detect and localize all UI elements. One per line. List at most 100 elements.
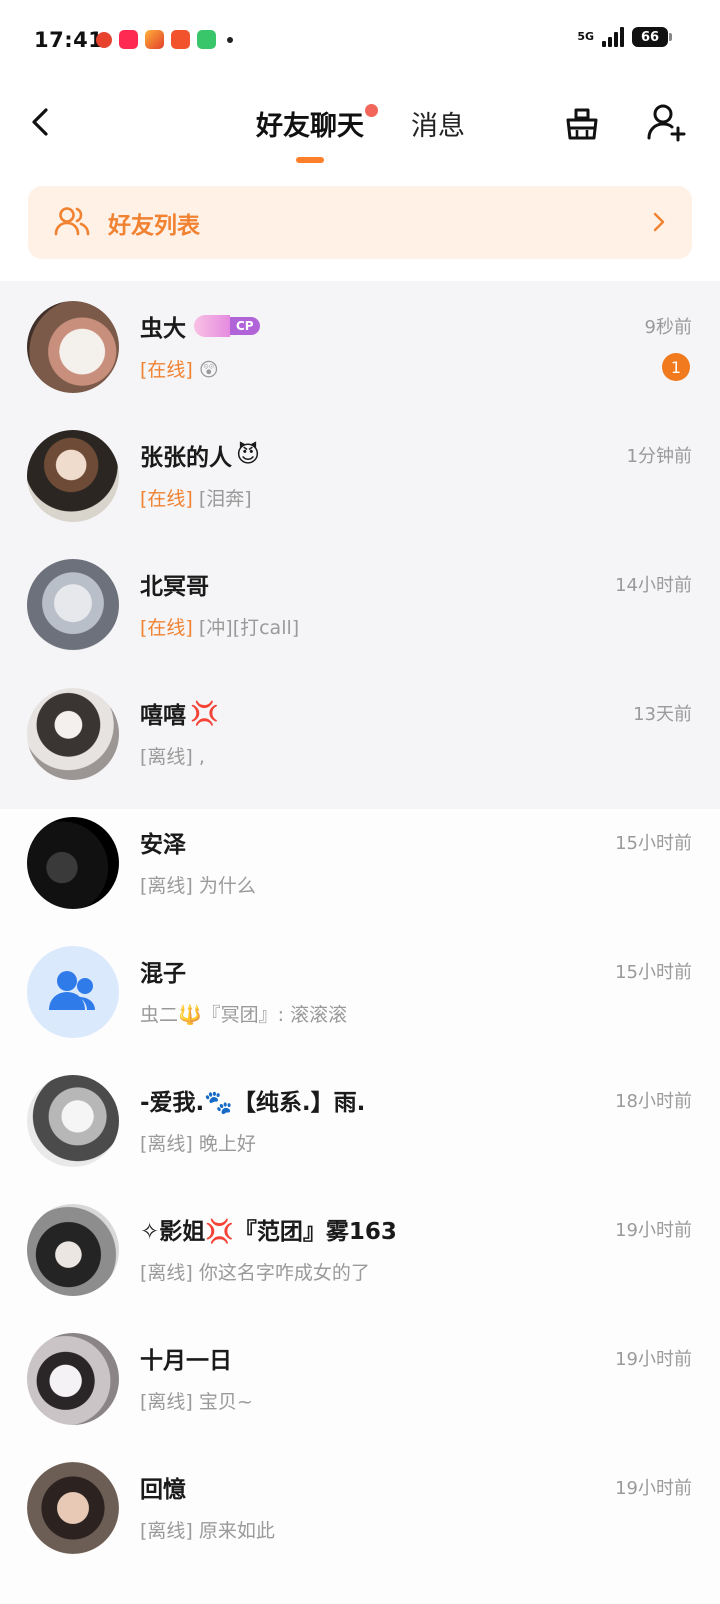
chat-name: ✧影姐💢『范团』雾163 [140,1212,397,1246]
status-bar: 17:41 5G 66 [0,0,720,80]
chat-time: 19小时前 [615,1220,692,1241]
chat-row[interactable]: 混子 15小时前 虫二🔱『冥团』: 滚滚滚 [0,926,720,1058]
network-type: 5G [577,30,594,43]
chat-preview: [离线] 晚上好 [140,1129,256,1156]
avatar[interactable] [27,430,119,522]
chat-time: 19小时前 [615,1478,692,1499]
video-app-icon [171,30,190,49]
unread-badge: 1 [662,353,690,381]
chat-name: -爱我.🐾【纯系.】雨. [140,1083,365,1117]
chat-preview: [离线] 为什么 [140,871,256,898]
chevron-right-icon [653,212,665,232]
chat-row[interactable]: 虫大 CP 9秒前 [在线] 😲 1 [0,281,720,413]
chat-preview: [离线] , [140,742,205,769]
group-icon [49,971,95,1010]
avatar[interactable] [27,1462,119,1554]
offline-status: [离线] [140,1262,193,1284]
tab-unread-dot [365,104,378,117]
chat-name-text: -爱我.🐾【纯系.】雨. [140,1090,366,1116]
chat-preview: [离线] 宝贝~ [140,1387,253,1414]
chat-row[interactable]: 十月一日 19小时前 [离线] 宝贝~ [0,1313,720,1445]
chat-row[interactable]: 回憶 19小时前 [离线] 原来如此 [0,1442,720,1574]
chat-name: 回憶 [140,1470,186,1504]
chat-row[interactable]: 张张的人 😈 1分钟前 [在线] [泪奔] [0,410,720,542]
chat-preview: [在线] [泪奔] [140,484,252,511]
chat-name-text: 北冥哥 [140,574,209,600]
chat-preview: [离线] 你这名字咋成女的了 [140,1258,370,1285]
chat-name-text: 十月一日 [140,1348,232,1374]
chat-time: 13天前 [633,704,692,725]
header: 好友聊天 消息 [0,82,720,174]
avatar[interactable] [27,817,119,909]
chat-row[interactable]: -爱我.🐾【纯系.】雨. 18小时前 [离线] 晚上好 [0,1055,720,1187]
offline-status: [离线] [140,1520,193,1542]
clean-icon[interactable] [562,104,602,144]
chat-time: 15小时前 [615,833,692,854]
friends-icon [54,207,90,236]
chat-name: 虫大 CP [140,309,260,343]
chat-name-text: 混子 [140,961,186,987]
chat-preview: [在线] [冲][打call] [140,613,299,640]
chat-row[interactable]: 安泽 15小时前 [离线] 为什么 [0,797,720,929]
online-status: [在线] [140,617,193,639]
cp-badge: CP [194,315,260,337]
add-friend-icon[interactable] [646,102,688,144]
anger-emoji-icon: 💢 [190,700,219,727]
chat-name-text: 嘻嘻 [140,703,186,729]
chat-row[interactable]: 嘻嘻 💢 13天前 [离线] , [0,668,720,800]
online-status: [在线] [140,359,193,381]
chat-name: 安泽 [140,825,186,859]
preview-text: [冲][打call] [198,617,300,639]
offline-status: [离线] [140,1133,193,1155]
chat-name: 张张的人 😈 [140,438,260,472]
friend-list-banner[interactable]: 好友列表 [28,186,692,259]
back-icon[interactable] [26,102,56,142]
xiaohongshu-icon [119,30,138,49]
app-notification-icon [145,30,164,49]
status-app-icons [96,30,233,49]
preview-text: 原来如此 [198,1520,275,1542]
avatar[interactable] [27,1204,119,1296]
tab-messages[interactable]: 消息 [411,104,465,143]
preview-text: 虫二🔱『冥团』: 滚滚滚 [140,1004,348,1026]
preview-text: 你这名字咋成女的了 [198,1262,370,1284]
chat-row[interactable]: ✧影姐💢『范团』雾163 19小时前 [离线] 你这名字咋成女的了 [0,1184,720,1316]
offline-status: [离线] [140,875,193,897]
status-indicators: 5G 66 [577,27,672,47]
chat-preview: [在线] 😲 [140,355,219,382]
chat-name-text: 安泽 [140,832,186,858]
avatar[interactable] [27,301,119,393]
chat-name: 北冥哥 [140,567,209,601]
status-time: 17:41 [34,28,104,52]
group-avatar[interactable] [27,946,119,1038]
chat-time: 19小时前 [615,1349,692,1370]
chat-time: 15小时前 [615,962,692,983]
more-notifications-icon [227,36,233,43]
phone-app-icon [197,30,216,49]
chat-name: 嘻嘻 💢 [140,696,219,730]
chat-row[interactable]: 北冥哥 14小时前 [在线] [冲][打call] [0,539,720,671]
avatar[interactable] [27,1075,119,1167]
chat-name: 十月一日 [140,1341,232,1375]
tab-friend-chat[interactable]: 好友聊天 [256,104,364,143]
chat-time: 9秒前 [644,317,692,338]
chat-name-text: ✧影姐💢『范团』雾163 [140,1219,397,1245]
chat-time: 1分钟前 [626,446,692,467]
chat-name-text: 回憶 [140,1477,186,1503]
avatar[interactable] [27,1333,119,1425]
preview-text: , [198,746,205,768]
chat-name-text: 虫大 [140,316,186,342]
chat-time: 14小时前 [615,575,692,596]
avatar[interactable] [27,688,119,780]
friend-list-label: 好友列表 [108,213,200,239]
chat-name-text: 张张的人 [140,445,232,471]
cp-badge-label: CP [230,317,260,335]
offline-status: [离线] [140,1391,193,1413]
heart-wings-icon [194,315,230,337]
avatar[interactable] [27,559,119,651]
chat-time: 18小时前 [615,1091,692,1112]
preview-text: [泪奔] [198,488,252,510]
chat-preview: 虫二🔱『冥团』: 滚滚滚 [140,1000,347,1027]
chat-preview: [离线] 原来如此 [140,1516,275,1543]
signal-icon [602,27,624,47]
